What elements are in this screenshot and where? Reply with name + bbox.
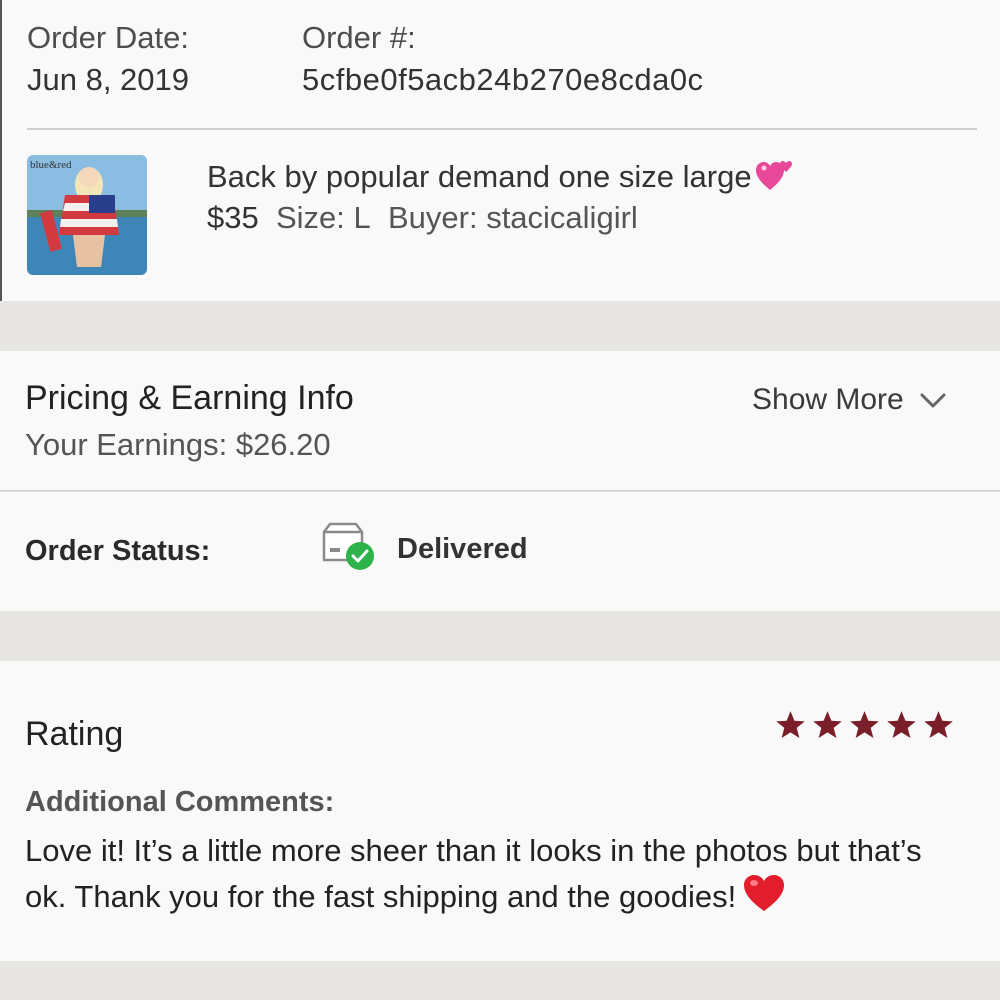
star-icon — [850, 711, 879, 739]
pricing-title: Pricing & Earning Info — [25, 379, 354, 417]
star-icon — [813, 711, 842, 739]
rating-card: Rating Additional Comments: Love it! It’… — [0, 661, 1000, 961]
comments-label: Additional Comments: — [25, 786, 335, 818]
item-thumbnail[interactable]: blue&red — [27, 155, 147, 275]
order-card: Order Date: Jun 8, 2019 Order #: 5cfbe0f… — [0, 0, 1000, 301]
comment-text: Love it! It’s a little more sheer than i… — [25, 829, 955, 925]
order-details-page: Order Date: Jun 8, 2019 Order #: 5cfbe0f… — [0, 0, 1000, 1000]
divider — [27, 128, 977, 130]
order-number-value: 5cfbe0f5acb24b270e8cda0c — [302, 62, 704, 97]
rating-title: Rating — [25, 715, 124, 753]
star-rating — [774, 710, 955, 741]
chevron-down-icon — [920, 383, 946, 417]
show-more-button[interactable]: Show More — [752, 383, 946, 417]
star-icon — [887, 711, 916, 739]
delivered-box-check-icon — [320, 520, 378, 577]
item-meta: $35 Size: L Buyer: stacicaligirl — [207, 200, 638, 236]
item-price: $35 — [207, 200, 259, 235]
order-date-value: Jun 8, 2019 — [27, 62, 190, 97]
item-buyer: Buyer: stacicaligirl — [387, 200, 638, 235]
item-title[interactable]: Back by popular demand one size large — [207, 158, 794, 200]
thumbnail-caption: blue&red — [30, 159, 72, 171]
your-earnings: Your Earnings: $26.20 — [25, 427, 331, 462]
order-status-value: Delivered — [397, 533, 528, 565]
order-status-card: Order Status: Delivered — [0, 492, 1000, 611]
star-icon — [776, 711, 805, 739]
order-status-label: Order Status: — [25, 535, 211, 567]
item-size: Size: L — [275, 200, 371, 235]
comment-body: Love it! It’s a little more sheer than i… — [25, 833, 922, 915]
star-icon — [924, 711, 953, 739]
red-heart-icon — [742, 873, 786, 925]
item-title-text: Back by popular demand one size large — [207, 159, 752, 195]
sparkling-heart-icon — [755, 158, 794, 200]
show-more-label: Show More — [752, 383, 904, 416]
order-date-label: Order Date: — [27, 20, 189, 55]
order-number-label: Order #: — [302, 20, 416, 55]
pricing-card: Pricing & Earning Info Your Earnings: $2… — [0, 351, 1000, 491]
